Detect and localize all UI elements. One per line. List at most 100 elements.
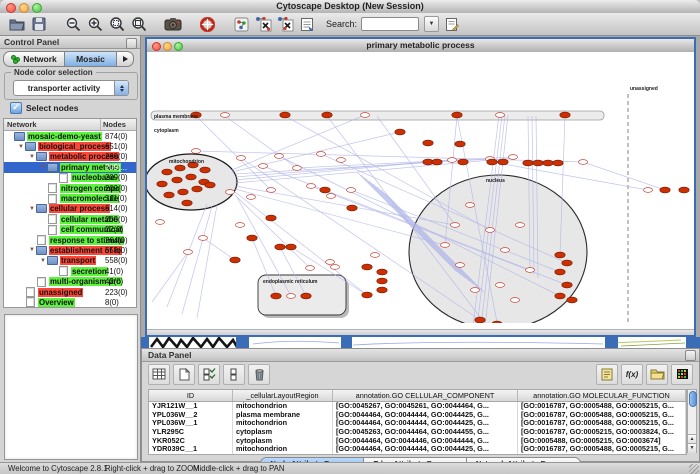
zoom-selected-region-icon[interactable] [108, 15, 126, 33]
node [362, 292, 372, 298]
scrollbar-thumb[interactable] [689, 391, 697, 407]
tree-row[interactable]: response to stimulu264(0) [4, 235, 136, 245]
search-dropdown-button[interactable]: ▼ [424, 16, 439, 32]
node-outline [451, 223, 460, 228]
tab-scroll-right-button[interactable] [117, 51, 134, 67]
notes-icon[interactable] [596, 364, 618, 385]
tree-row[interactable]: multi-organism pro42(0) [4, 276, 136, 286]
snapshot-icon[interactable] [164, 15, 182, 33]
attribute-table-icon[interactable] [148, 364, 170, 385]
function-builder-icon[interactable]: f(x) [621, 364, 643, 385]
resize-grip[interactable] [689, 464, 699, 474]
tree-row[interactable]: nucleobase-209(0) [4, 173, 136, 183]
filter-icon[interactable] [276, 15, 294, 33]
tree-row[interactable]: ▼metabolic process280(0) [4, 152, 136, 162]
select-attributes-icon[interactable] [198, 364, 220, 385]
edge [152, 252, 188, 302]
table-row[interactable]: YPL036W__1mitochondrion[GO:0044464, GO:0… [149, 419, 686, 428]
tree-row[interactable]: ▼cellular process614(0) [4, 204, 136, 214]
nucleus-label: nucleus [486, 178, 505, 184]
cytoscape-window: Cytoscape Desktop (New Session) [0, 0, 700, 474]
column-header[interactable]: ID [149, 390, 233, 401]
tree-row-nodes-count: 614(0) [105, 204, 128, 213]
tree-row[interactable]: nitrogen compo209(0) [4, 183, 136, 193]
tree-row[interactable]: cellular metabo209(0) [4, 214, 136, 224]
expand-arrow-icon[interactable]: ▼ [39, 258, 47, 264]
zoom-out-icon[interactable] [64, 15, 82, 33]
node-color-dropdown-value: transporter activity [14, 84, 114, 93]
tree-row-nodes-count: 8(0) [105, 298, 119, 307]
node-outline [331, 265, 340, 270]
table-row[interactable]: YJR121W__1mitochondrion[GO:0045267, GO:0… [149, 402, 686, 411]
zoom-in-icon[interactable] [86, 15, 104, 33]
node [395, 129, 405, 135]
folder-icon [47, 163, 58, 172]
tree-row[interactable]: ▼primary metabo209(... [4, 162, 136, 172]
node [523, 160, 533, 166]
expand-arrow-icon[interactable]: ▼ [28, 154, 36, 160]
data-panel-title-label: Data Panel [148, 350, 191, 360]
node [475, 317, 485, 323]
new-attribute-icon[interactable] [173, 364, 195, 385]
search-config-icon[interactable] [443, 15, 461, 33]
delete-attribute-icon[interactable] [248, 364, 270, 385]
column-header[interactable]: annotation.GO CELLULAR_COMPONENT [333, 390, 518, 401]
node [567, 297, 577, 303]
tree-row[interactable]: secretion41(0) [4, 266, 136, 276]
tree-column-nodes[interactable]: Nodes [100, 119, 136, 130]
expand-arrow-icon[interactable]: ▼ [17, 144, 25, 150]
tree-row[interactable]: ▼transport558(0) [4, 256, 136, 266]
tree-row[interactable]: ▼establishment of lo558(0) [4, 245, 136, 255]
network-canvas[interactable]: plasma membranecytoplasmmitochondrionnuc… [147, 52, 694, 329]
matrix-icon[interactable] [671, 364, 693, 385]
select-nodes-checkbox[interactable]: ✓ [10, 102, 22, 114]
control-panel-float-icon[interactable] [126, 38, 137, 49]
table-cell: [GO:0016787, GO:0005488, GO:0005215, G..… [518, 402, 686, 411]
unselect-attributes-icon[interactable] [223, 364, 245, 385]
node [192, 186, 202, 192]
table-row[interactable]: YLR295Ccytoplasm[GO:0045263, GO:0044464,… [149, 428, 686, 437]
table-vertical-scrollbar[interactable]: ▲ ▼ [687, 389, 697, 453]
save-session-icon[interactable] [30, 15, 48, 33]
tree-row[interactable]: macromolecule311(0) [4, 193, 136, 203]
search-input[interactable] [361, 17, 419, 31]
tab-network-label: Network [23, 54, 57, 64]
data-panel: Data Panel [141, 348, 700, 462]
tree-row-label: transport [60, 256, 96, 265]
tree-row[interactable]: ▼biological_process651(0) [4, 141, 136, 151]
annotation-icon[interactable] [298, 15, 316, 33]
attribute-table-header[interactable]: ID_cellularLayoutRegionannotation.GO CEL… [149, 390, 686, 402]
canvas-horizontal-scrollbar[interactable] [147, 329, 694, 335]
expand-arrow-icon[interactable]: ▼ [39, 164, 47, 170]
tab-mosaic[interactable]: Mosaic [65, 51, 117, 67]
expand-arrow-icon[interactable]: ▼ [28, 206, 36, 212]
node-outline [441, 243, 450, 248]
birdseye-view[interactable] [4, 314, 138, 460]
tree-row[interactable]: Overview8(0) [4, 297, 136, 307]
network-frame-titlebar[interactable]: primary metabolic process [147, 39, 694, 53]
tree-row[interactable]: mosaic-demo-yeast874(0) [4, 131, 136, 141]
expand-arrow-icon[interactable]: ▼ [28, 247, 36, 253]
attribute-table: ID_cellularLayoutRegionannotation.GO CEL… [148, 389, 687, 455]
column-header[interactable]: _cellularLayoutRegion [233, 390, 333, 401]
vizmapper-icon[interactable] [254, 15, 272, 33]
table-row[interactable]: YPL036W__2plasma membrane[GO:0044464, GO… [149, 411, 686, 420]
data-panel-float-icon[interactable] [685, 350, 696, 361]
scroll-down-button[interactable]: ▼ [688, 443, 696, 453]
node [182, 200, 192, 206]
tree-row-label: unassigned [38, 288, 83, 297]
table-row[interactable]: YDR039C__1mitochondrion[GO:0044464, GO:0… [149, 445, 686, 454]
network-import-icon[interactable] [232, 15, 250, 33]
tree-row[interactable]: cell communicat22(0) [4, 225, 136, 235]
help-icon[interactable] [198, 15, 216, 33]
tree-column-network[interactable]: Network [4, 119, 100, 130]
import-attributes-icon[interactable] [646, 364, 668, 385]
open-session-icon[interactable] [8, 15, 26, 33]
column-header[interactable]: annotation.GO MOLECULAR_FUNCTION [518, 390, 686, 401]
zoom-fit-icon[interactable] [130, 15, 148, 33]
table-row[interactable]: YKR052Ccytoplasm[GO:0044464, GO:0044446,… [149, 437, 686, 446]
tree-row[interactable]: unassigned223(0) [4, 287, 136, 297]
node-color-dropdown[interactable]: transporter activity [13, 80, 129, 96]
table-cell: plasma membrane [233, 411, 333, 420]
tab-network[interactable]: Network [3, 51, 65, 67]
